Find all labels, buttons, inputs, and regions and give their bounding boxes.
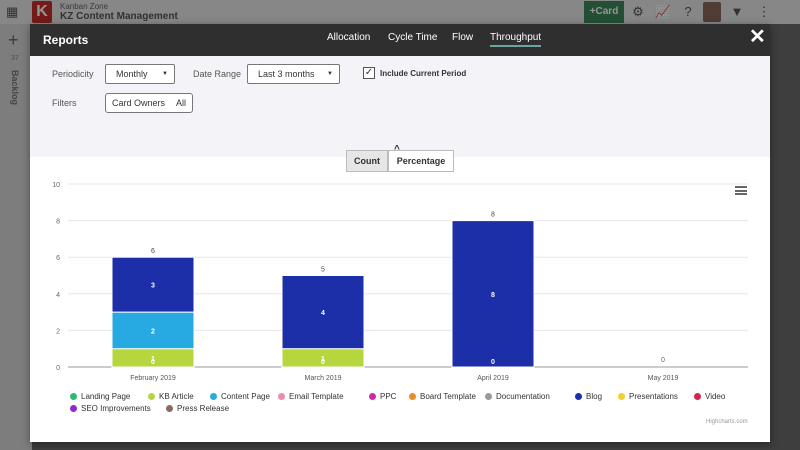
x-tick-label: February 2019 xyxy=(130,375,176,382)
tab-flow[interactable]: Flow xyxy=(452,32,473,43)
y-tick-label: 2 xyxy=(56,328,60,335)
legend-marker xyxy=(70,405,77,412)
legend-marker xyxy=(70,393,77,400)
stack-total-label: 6 xyxy=(151,248,155,255)
bar-data-label: 2 xyxy=(151,328,155,335)
legend-marker xyxy=(166,405,173,412)
legend-item[interactable]: KB Article xyxy=(148,392,194,401)
y-tick-label: 0 xyxy=(56,365,60,372)
bar-base-label: 0 xyxy=(661,357,665,364)
legend-marker xyxy=(618,393,625,400)
tab-allocation[interactable]: Allocation xyxy=(327,32,370,43)
y-tick-label: 4 xyxy=(56,292,60,299)
x-tick-label: May 2019 xyxy=(648,375,679,382)
x-tick-label: April 2019 xyxy=(477,375,509,382)
legend-label: Video xyxy=(705,392,726,401)
legend-marker xyxy=(485,393,492,400)
legend-label: Email Template xyxy=(289,392,344,401)
legend-marker xyxy=(148,393,155,400)
legend-marker xyxy=(694,393,701,400)
filters-label: Filters xyxy=(52,98,77,108)
periodicity-label: Periodicity xyxy=(52,69,94,79)
date-range-value: Last 3 months xyxy=(258,69,315,79)
stack-total-label: 5 xyxy=(321,267,325,274)
legend-item[interactable]: PPC xyxy=(369,392,396,401)
legend-item[interactable]: Landing Page xyxy=(70,392,130,401)
legend-label: Board Template xyxy=(420,392,476,401)
legend-label: Press Release xyxy=(177,404,230,413)
card-owners-value: All xyxy=(175,98,186,108)
card-owners-label: Card Owners xyxy=(112,98,166,108)
legend-item[interactable]: Board Template xyxy=(409,392,476,401)
include-current-label[interactable]: Include Current Period xyxy=(380,69,466,78)
include-current-checkbox[interactable]: ✓ xyxy=(363,67,375,79)
legend-marker xyxy=(369,393,376,400)
legend-label: KB Article xyxy=(159,392,194,401)
legend-item[interactable]: SEO Improvements xyxy=(70,404,151,413)
legend-item[interactable]: Email Template xyxy=(278,392,344,401)
legend-label: Content Page xyxy=(221,392,270,401)
legend-marker xyxy=(575,393,582,400)
y-tick-label: 8 xyxy=(56,219,60,226)
y-tick-label: 6 xyxy=(56,255,60,262)
x-tick-label: March 2019 xyxy=(305,375,342,382)
throughput-chart: 024681012306February 20191405March 20198… xyxy=(52,182,748,382)
modal-header: Reports Allocation Cycle Time Flow Throu… xyxy=(30,24,770,56)
card-owners-filter[interactable]: Card Owners All xyxy=(105,93,193,113)
legend-label: Documentation xyxy=(496,392,550,401)
legend-label: SEO Improvements xyxy=(81,404,151,413)
percentage-toggle[interactable]: Percentage xyxy=(388,150,454,172)
tab-cycle-time[interactable]: Cycle Time xyxy=(388,32,437,43)
legend-item[interactable]: Video xyxy=(694,392,725,401)
legend-label: Blog xyxy=(586,392,603,401)
legend-marker xyxy=(278,393,285,400)
legend-marker xyxy=(210,393,217,400)
y-tick-label: 10 xyxy=(52,182,60,189)
legend-label: PPC xyxy=(380,392,397,401)
chart-credits[interactable]: Highcharts.com xyxy=(706,419,748,425)
bar-base-label: 0 xyxy=(491,359,495,366)
legend-label: Presentations xyxy=(629,392,678,401)
reports-modal: Reports Allocation Cycle Time Flow Throu… xyxy=(30,24,770,442)
modal-title: Reports xyxy=(43,33,89,47)
stack-total-label: 8 xyxy=(491,212,495,219)
date-range-label: Date Range xyxy=(193,69,242,79)
chevron-down-icon: ▼ xyxy=(162,71,168,77)
legend-item[interactable]: Blog xyxy=(575,392,602,401)
legend-marker xyxy=(409,393,416,400)
close-icon[interactable]: ✕ xyxy=(749,24,766,49)
bar-data-label: 4 xyxy=(321,310,325,317)
legend-item[interactable]: Presentations xyxy=(618,392,678,401)
periodicity-select[interactable]: Monthly ▼ xyxy=(105,64,175,84)
bar-data-label: 8 xyxy=(491,292,495,299)
bar-base-label: 0 xyxy=(151,359,155,366)
bar-data-label: 3 xyxy=(151,283,155,290)
chevron-down-icon: ▼ xyxy=(327,71,333,77)
legend-item[interactable]: Press Release xyxy=(166,404,229,413)
bar-base-label: 0 xyxy=(321,359,325,366)
legend-item[interactable]: Documentation xyxy=(485,392,550,401)
count-toggle[interactable]: Count xyxy=(346,150,388,172)
legend-item[interactable]: Content Page xyxy=(210,392,270,401)
legend-label: Landing Page xyxy=(81,392,131,401)
tab-throughput[interactable]: Throughput xyxy=(490,32,542,47)
filters-panel: Periodicity Monthly ▼ Date Range Last 3 … xyxy=(30,56,770,157)
periodicity-value: Monthly xyxy=(116,69,148,79)
date-range-select[interactable]: Last 3 months ▼ xyxy=(247,64,340,84)
